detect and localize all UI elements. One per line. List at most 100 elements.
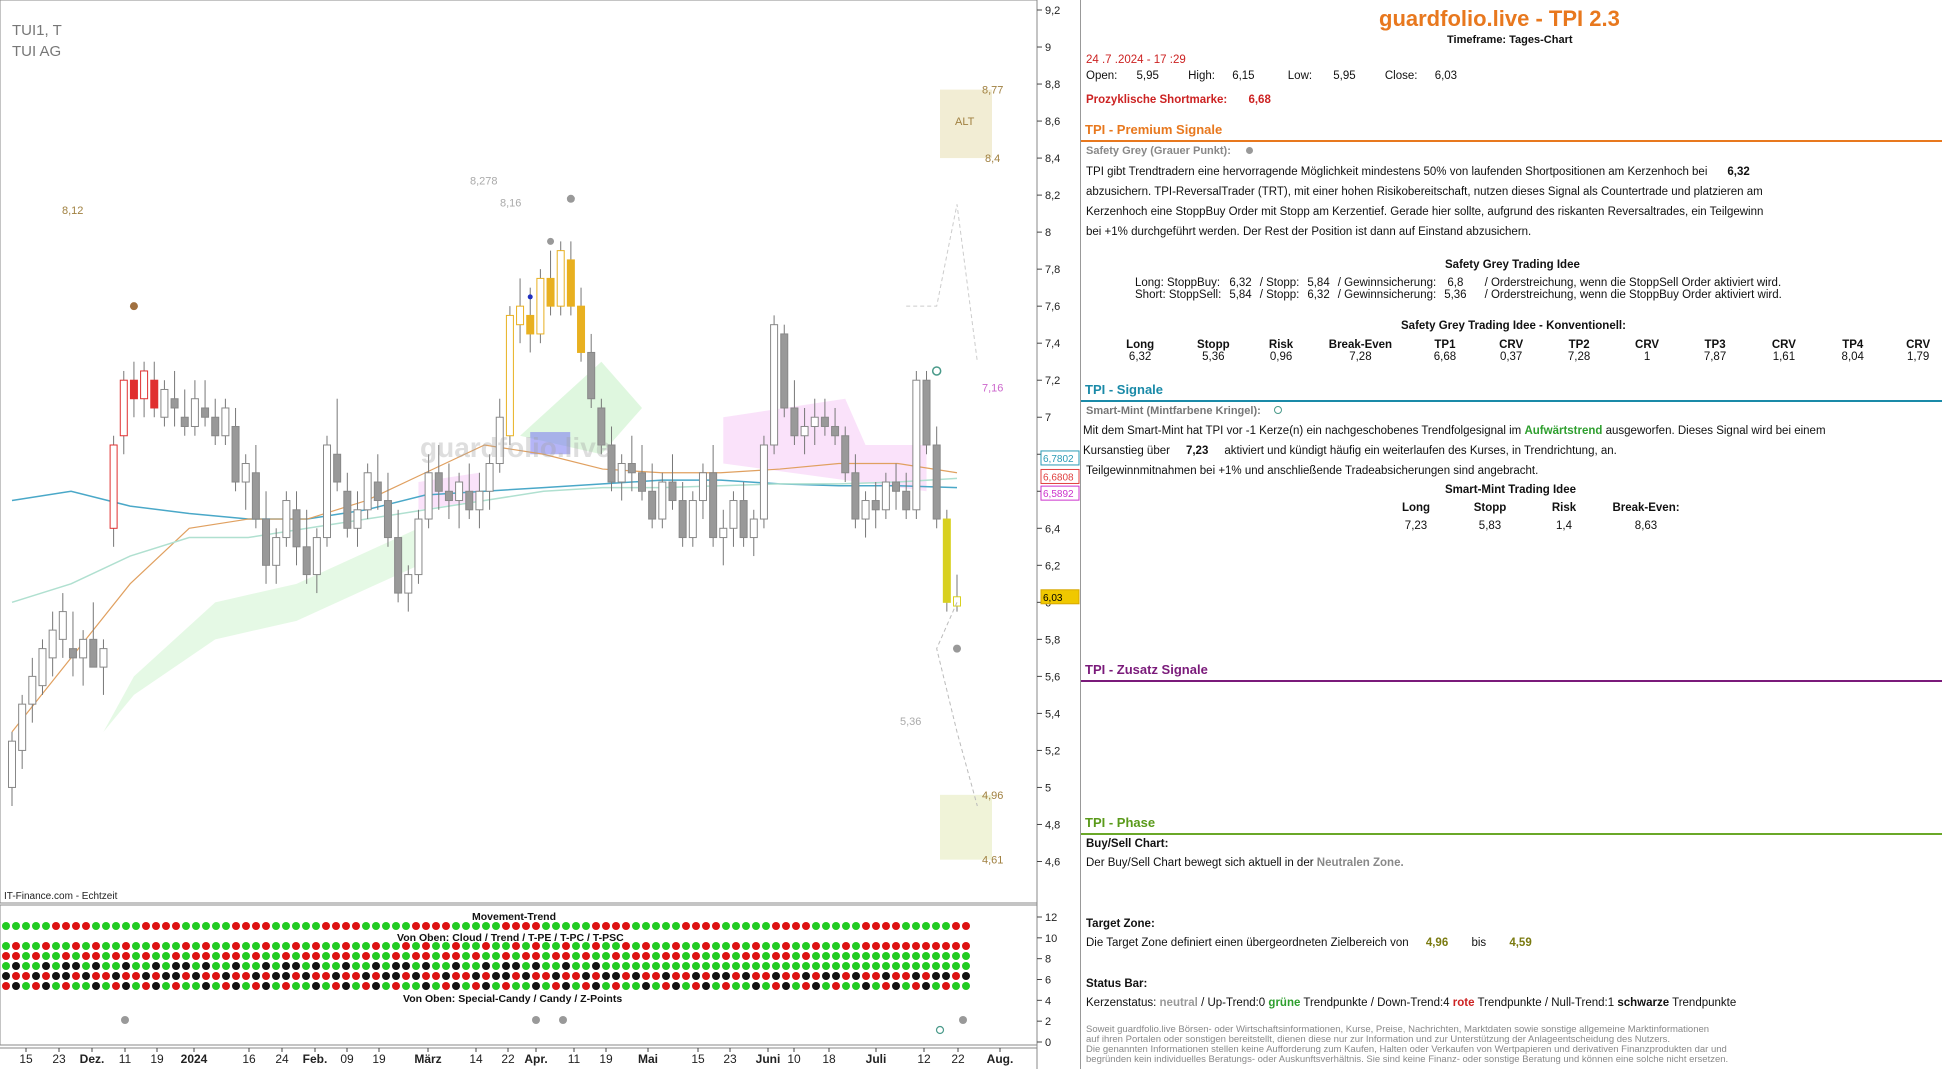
movement-trend-label: Movement-Trend (472, 911, 557, 923)
status-dot (172, 972, 180, 980)
status-dot (922, 922, 930, 930)
mint-value-cell: 1,4 (1556, 520, 1572, 532)
status-dot (592, 922, 600, 930)
status-dot (472, 952, 480, 960)
status-dot (202, 952, 210, 960)
candle-body (953, 596, 961, 607)
status-dot (332, 952, 340, 960)
status-dot (732, 982, 740, 990)
status-dot (772, 982, 780, 990)
status-dot (652, 952, 660, 960)
status-dot (92, 982, 100, 990)
status-dot (252, 962, 260, 970)
status-dot (42, 972, 50, 980)
status-dot (692, 982, 700, 990)
candle-body (221, 407, 230, 437)
candle-body (820, 416, 829, 427)
status-dot (322, 922, 330, 930)
status-dot (162, 942, 170, 950)
candle-body (58, 611, 67, 640)
candle-body (668, 481, 677, 502)
premium-text: TPI gibt Trendtradern eine hervorragende… (1086, 162, 1876, 242)
status-dot (32, 962, 40, 970)
status-dot (852, 972, 860, 980)
y-tick-label: 4,6 (1045, 856, 1060, 868)
status-dot (852, 952, 860, 960)
candle-body (383, 500, 392, 539)
status-dot (212, 942, 220, 950)
target-text-main: Die Target Zone definiert einen übergeor… (1086, 937, 1409, 949)
candle-body (465, 490, 474, 511)
status-dot (712, 982, 720, 990)
status-dot (762, 972, 770, 980)
konv-header-cell: Risk (1268, 339, 1294, 351)
konv-value-cell: 7,28 (1567, 351, 1591, 363)
konv-value-cell: 6,68 (1433, 351, 1457, 363)
status-dot (542, 972, 550, 980)
status-dot (512, 982, 520, 990)
x-axis-label: 11 (119, 1052, 132, 1066)
status-dot (502, 982, 510, 990)
status-dot (272, 952, 280, 960)
premium-text-2: abzusichern. TPI-ReversalTrader (TRT), m… (1086, 186, 1763, 198)
status-dot (392, 972, 400, 980)
status-dot (302, 982, 310, 990)
y-tick-label: 8,4 (1045, 153, 1060, 165)
status-dot (592, 952, 600, 960)
status-dot (892, 952, 900, 960)
status-dot (192, 952, 200, 960)
status-dot (72, 922, 80, 930)
candle-body (79, 638, 88, 659)
sub-y-tick-label: 0 (1045, 1037, 1051, 1049)
status-dot (142, 922, 150, 930)
status-dot (962, 942, 970, 950)
status-dot (542, 962, 550, 970)
price-tag-label: 6,7802 (1043, 454, 1074, 465)
chart-annotation: 8,4 (985, 153, 1000, 165)
status-dot (692, 962, 700, 970)
status-dot (262, 982, 270, 990)
status-dot (202, 982, 210, 990)
status-dot (672, 942, 680, 950)
status-part: / Down-Trend:4 (1370, 997, 1450, 1009)
status-dot (242, 962, 250, 970)
status-dot (242, 952, 250, 960)
status-dot (2, 962, 10, 970)
status-dot (962, 922, 970, 930)
premium-header: TPI - Premium Signale (1085, 122, 1223, 137)
status-dot (752, 922, 760, 930)
status-dot (192, 942, 200, 950)
candle-body (831, 425, 840, 437)
status-dot (532, 972, 540, 980)
status-dot (162, 982, 170, 990)
target-from: 4,96 (1425, 937, 1449, 949)
status-dot (382, 942, 390, 950)
status-dot (302, 972, 310, 980)
status-dot (162, 922, 170, 930)
status-dot (842, 982, 850, 990)
chart-area[interactable]: 8,12 8,278 8,16 8,77 8,4 ALT 7,16 5,36 4,96 4,61 9… (0, 0, 1080, 1069)
status-dot (42, 962, 50, 970)
candle-body (363, 472, 372, 511)
disclaimer: Soweit guardfolio.live Börsen- oder Wirt… (1086, 1025, 1886, 1065)
status-dot (422, 982, 430, 990)
status-dot (52, 922, 60, 930)
price-chart[interactable]: 8,128,2788,168,778,4ALT7,165,364,964,619… (0, 0, 1080, 1069)
premium-value: 6,32 (1727, 166, 1750, 178)
status-dot (382, 952, 390, 960)
status-dot (12, 982, 20, 990)
status-dot (292, 972, 300, 980)
status-dot (802, 962, 810, 970)
sub-y-tick-label: 4 (1045, 995, 1051, 1007)
x-axis-label: 19 (372, 1052, 386, 1066)
status-dot (522, 962, 530, 970)
chart-annotation: 4,96 (982, 790, 1003, 802)
status-dot (212, 972, 220, 980)
x-axis-label: 19 (599, 1052, 613, 1066)
status-dot (802, 982, 810, 990)
status-dot (262, 952, 270, 960)
x-axis-label: 16 (242, 1052, 256, 1066)
status-dot (352, 982, 360, 990)
timeframe-label: Timeframe: Tages-Chart (1447, 34, 1573, 46)
status-dot (162, 952, 170, 960)
